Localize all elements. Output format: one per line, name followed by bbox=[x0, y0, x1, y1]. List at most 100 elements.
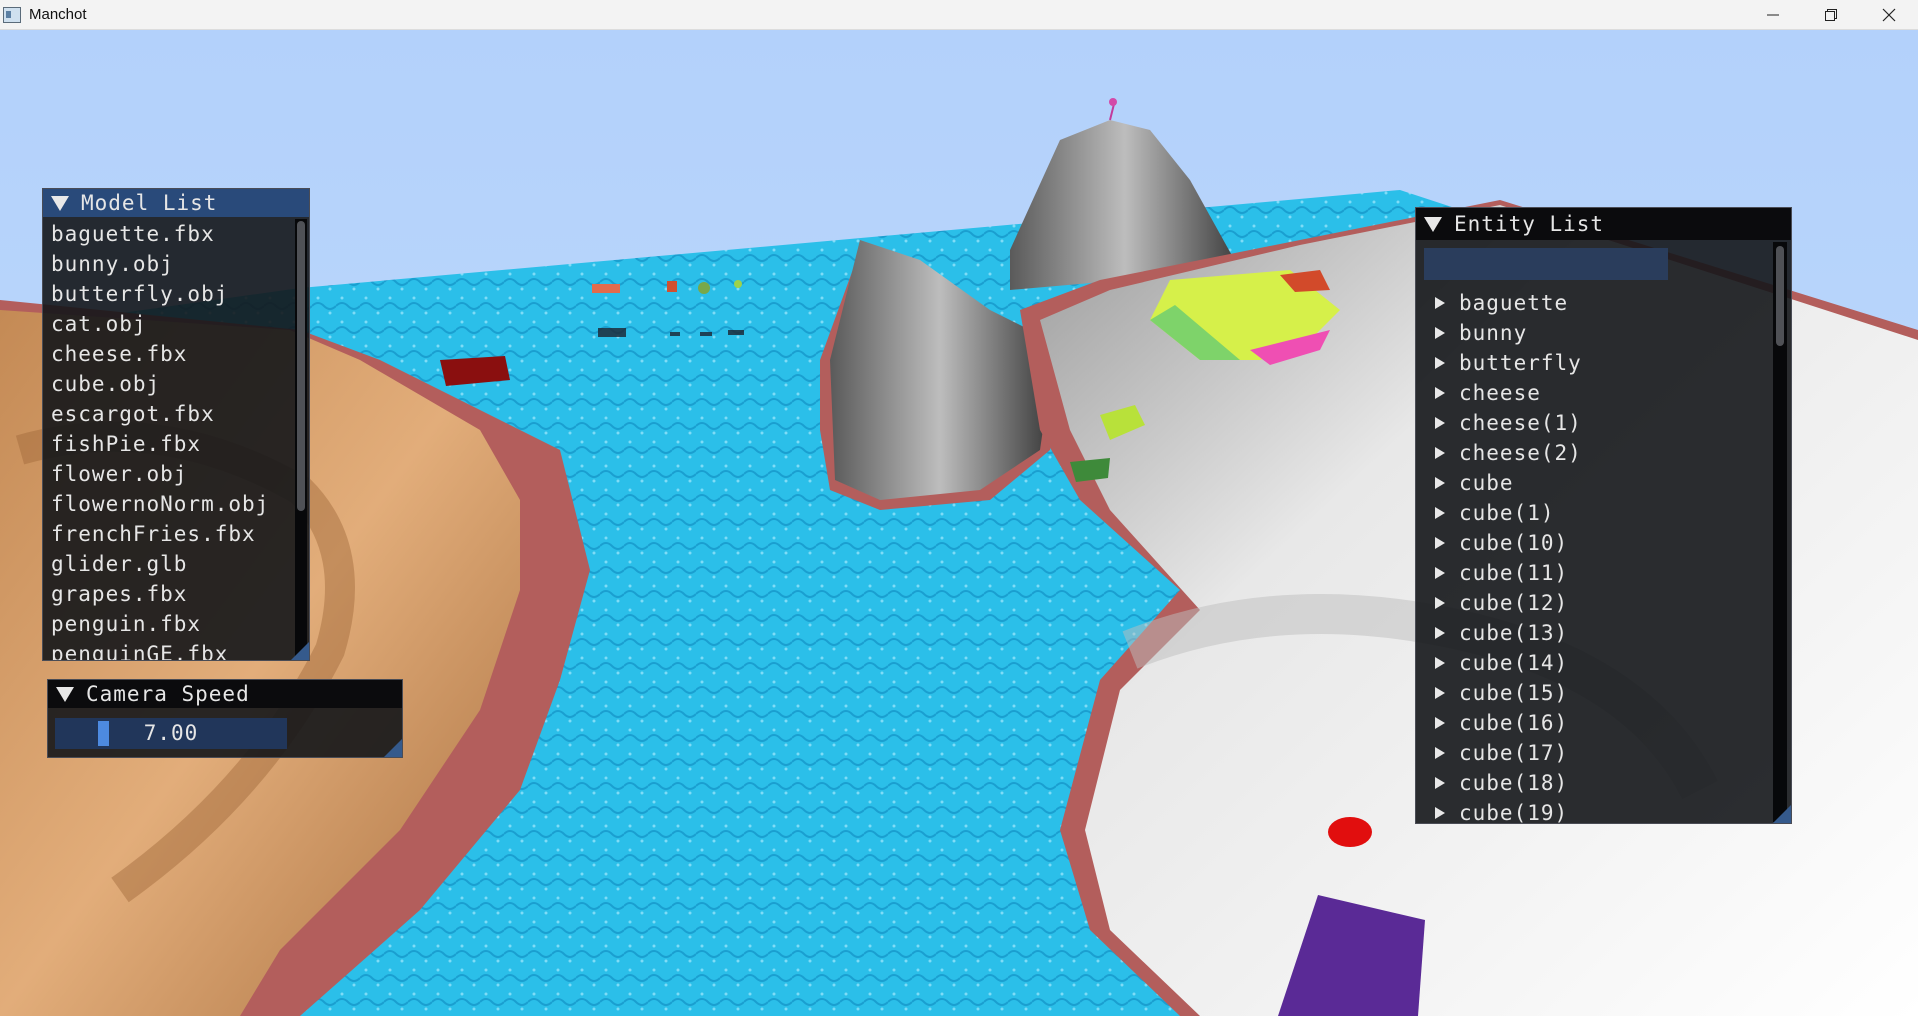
model-item[interactable]: cheese.fbx bbox=[43, 339, 293, 369]
expand-arrow-icon[interactable] bbox=[1435, 567, 1445, 579]
entity-tree-node[interactable]: butterfly bbox=[1416, 348, 1771, 378]
resize-grip[interactable] bbox=[291, 642, 309, 660]
entity-tree-node[interactable]: cheese(2) bbox=[1416, 438, 1771, 468]
camera-speed-slider[interactable]: 7.00 bbox=[55, 718, 287, 749]
entity-tree-node[interactable]: cheese bbox=[1416, 378, 1771, 408]
entity-label: cube(14) bbox=[1459, 651, 1569, 675]
restore-button[interactable] bbox=[1802, 0, 1860, 29]
entity-label: cube(12) bbox=[1459, 591, 1569, 615]
camera-speed-title: Camera Speed bbox=[86, 682, 250, 706]
resize-grip[interactable] bbox=[384, 739, 402, 757]
model-list-title: Model List bbox=[81, 191, 218, 215]
model-list-header[interactable]: Model List bbox=[43, 189, 309, 217]
entity-label: bunny bbox=[1459, 321, 1528, 345]
collapse-arrow-icon[interactable] bbox=[1424, 216, 1442, 232]
expand-arrow-icon[interactable] bbox=[1435, 747, 1445, 759]
model-item[interactable]: bunny.obj bbox=[43, 249, 293, 279]
red-blob-model bbox=[1328, 817, 1372, 847]
model-item[interactable]: frenchFries.fbx bbox=[43, 519, 293, 549]
collapse-arrow-icon[interactable] bbox=[56, 686, 74, 702]
entity-tree-node[interactable]: cube(11) bbox=[1416, 558, 1771, 588]
window-title: Manchot bbox=[29, 6, 87, 23]
entity-filter-input[interactable] bbox=[1424, 248, 1668, 280]
model-item[interactable]: butterfly.obj bbox=[43, 279, 293, 309]
window-titlebar[interactable]: Manchot bbox=[0, 0, 1918, 30]
close-icon bbox=[1882, 8, 1896, 21]
entity-label: cube(11) bbox=[1459, 561, 1569, 585]
expand-arrow-icon[interactable] bbox=[1435, 537, 1445, 549]
model-item[interactable]: cat.obj bbox=[43, 309, 293, 339]
expand-arrow-icon[interactable] bbox=[1435, 417, 1445, 429]
model-item[interactable]: glider.glb bbox=[43, 549, 293, 579]
expand-arrow-icon[interactable] bbox=[1435, 297, 1445, 309]
entity-list-header[interactable]: Entity List bbox=[1416, 208, 1791, 240]
cube-model bbox=[592, 284, 620, 293]
model-item[interactable]: grapes.fbx bbox=[43, 579, 293, 609]
expand-arrow-icon[interactable] bbox=[1435, 657, 1445, 669]
entity-tree-node[interactable]: cube(18) bbox=[1416, 768, 1771, 798]
entity-list-title: Entity List bbox=[1454, 212, 1605, 236]
entity-label: cube(13) bbox=[1459, 621, 1569, 645]
entity-label: cheese(1) bbox=[1459, 411, 1582, 435]
entity-tree-node[interactable]: cube(15) bbox=[1416, 678, 1771, 708]
camera-speed-header[interactable]: Camera Speed bbox=[48, 680, 402, 708]
entity-tree-node[interactable]: cube(16) bbox=[1416, 708, 1771, 738]
expand-arrow-icon[interactable] bbox=[1435, 477, 1445, 489]
expand-arrow-icon[interactable] bbox=[1435, 687, 1445, 699]
model-item[interactable]: penguinGE.fbx bbox=[43, 639, 293, 660]
model-item[interactable]: cube.obj bbox=[43, 369, 293, 399]
model-item[interactable]: penguin.fbx bbox=[43, 609, 293, 639]
entity-tree-node[interactable]: cube(10) bbox=[1416, 528, 1771, 558]
entity-tree-node[interactable]: baguette bbox=[1416, 288, 1771, 318]
entity-label: cube(16) bbox=[1459, 711, 1569, 735]
resize-grip[interactable] bbox=[1773, 805, 1791, 823]
restore-icon bbox=[1825, 8, 1837, 21]
expand-arrow-icon[interactable] bbox=[1435, 627, 1445, 639]
entity-label: cube bbox=[1459, 471, 1514, 495]
close-button[interactable] bbox=[1860, 0, 1918, 29]
expand-arrow-icon[interactable] bbox=[1435, 507, 1445, 519]
model-item[interactable]: escargot.fbx bbox=[43, 399, 293, 429]
expand-arrow-icon[interactable] bbox=[1435, 447, 1445, 459]
model-item[interactable]: flowernoNorm.obj bbox=[43, 489, 293, 519]
model-item[interactable]: baguette.fbx bbox=[43, 219, 293, 249]
entity-tree-node[interactable]: cube(1) bbox=[1416, 498, 1771, 528]
entity-label: cube(1) bbox=[1459, 501, 1555, 525]
entity-tree-node[interactable]: bunny bbox=[1416, 318, 1771, 348]
model-list-scroll-thumb[interactable] bbox=[297, 221, 305, 511]
entity-label: baguette bbox=[1459, 291, 1569, 315]
model-list-panel: Model List baguette.fbx bunny.obj butter… bbox=[42, 188, 310, 661]
collapse-arrow-icon[interactable] bbox=[51, 195, 69, 211]
model-list-items: baguette.fbx bunny.obj butterfly.obj cat… bbox=[43, 219, 293, 660]
entity-list-scrollbar[interactable] bbox=[1773, 242, 1787, 822]
entity-label: cube(19) bbox=[1459, 801, 1569, 823]
entity-tree-node[interactable]: cube(17) bbox=[1416, 738, 1771, 768]
window-controls bbox=[1744, 0, 1918, 29]
entity-label: cube(17) bbox=[1459, 741, 1569, 765]
expand-arrow-icon[interactable] bbox=[1435, 327, 1445, 339]
flower-model bbox=[1109, 98, 1117, 106]
expand-arrow-icon[interactable] bbox=[1435, 717, 1445, 729]
camera-speed-panel: Camera Speed 7.00 bbox=[47, 679, 403, 758]
minimize-button[interactable] bbox=[1744, 0, 1802, 29]
entity-list-scroll-thumb[interactable] bbox=[1776, 246, 1784, 346]
entity-tree-node[interactable]: cube(19) bbox=[1416, 798, 1771, 823]
entity-tree-node[interactable]: cube bbox=[1416, 468, 1771, 498]
model-item[interactable]: flower.obj bbox=[43, 459, 293, 489]
expand-arrow-icon[interactable] bbox=[1435, 597, 1445, 609]
entity-tree-node[interactable]: cube(13) bbox=[1416, 618, 1771, 648]
entity-label: cheese(2) bbox=[1459, 441, 1582, 465]
app-icon bbox=[3, 6, 21, 23]
entity-label: butterfly bbox=[1459, 351, 1582, 375]
entity-tree-node[interactable]: cheese(1) bbox=[1416, 408, 1771, 438]
model-list-scrollbar[interactable] bbox=[295, 219, 307, 660]
entity-tree-node[interactable]: cube(12) bbox=[1416, 588, 1771, 618]
model-item[interactable]: fishPie.fbx bbox=[43, 429, 293, 459]
expand-arrow-icon[interactable] bbox=[1435, 807, 1445, 819]
expand-arrow-icon[interactable] bbox=[1435, 387, 1445, 399]
entity-label: cube(18) bbox=[1459, 771, 1569, 795]
expand-arrow-icon[interactable] bbox=[1435, 357, 1445, 369]
expand-arrow-icon[interactable] bbox=[1435, 777, 1445, 789]
entity-tree-node[interactable]: cube(14) bbox=[1416, 648, 1771, 678]
entity-list-panel: Entity List baguette bunny butterfly che… bbox=[1415, 207, 1792, 824]
